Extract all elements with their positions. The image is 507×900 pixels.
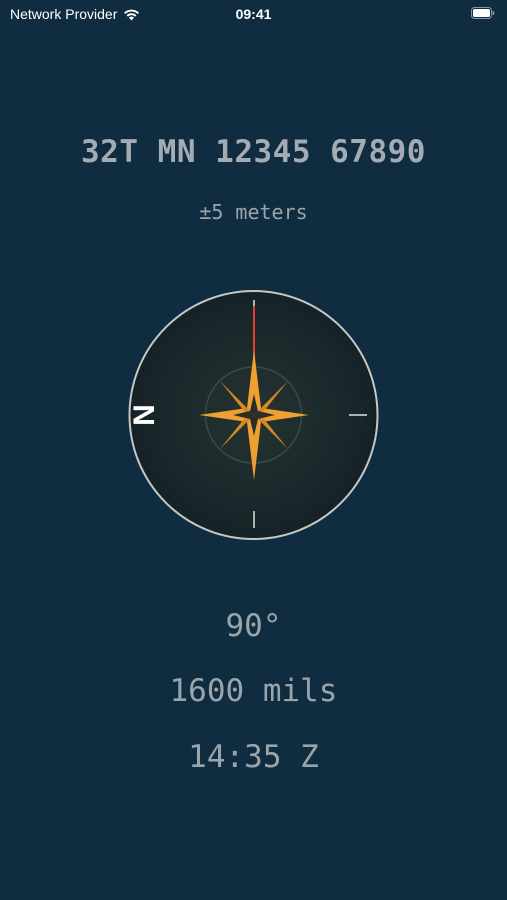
accuracy-label: ±5 meters <box>199 200 308 224</box>
grid-reference: 32T MN 12345 67890 <box>81 134 426 170</box>
north-label: N <box>128 404 161 426</box>
zulu-time: 14:35 Z <box>188 739 319 775</box>
compass-screen: Network Provider 09:41 32T MN 12345 6789… <box>0 0 507 900</box>
heading-degrees: 90° <box>225 608 282 644</box>
heading-mils: 1600 mils <box>169 673 338 709</box>
status-time: 09:41 <box>235 6 272 22</box>
status-bar: Network Provider 09:41 <box>0 0 507 28</box>
battery-icon <box>471 7 495 19</box>
compass-dial: N <box>128 290 379 540</box>
